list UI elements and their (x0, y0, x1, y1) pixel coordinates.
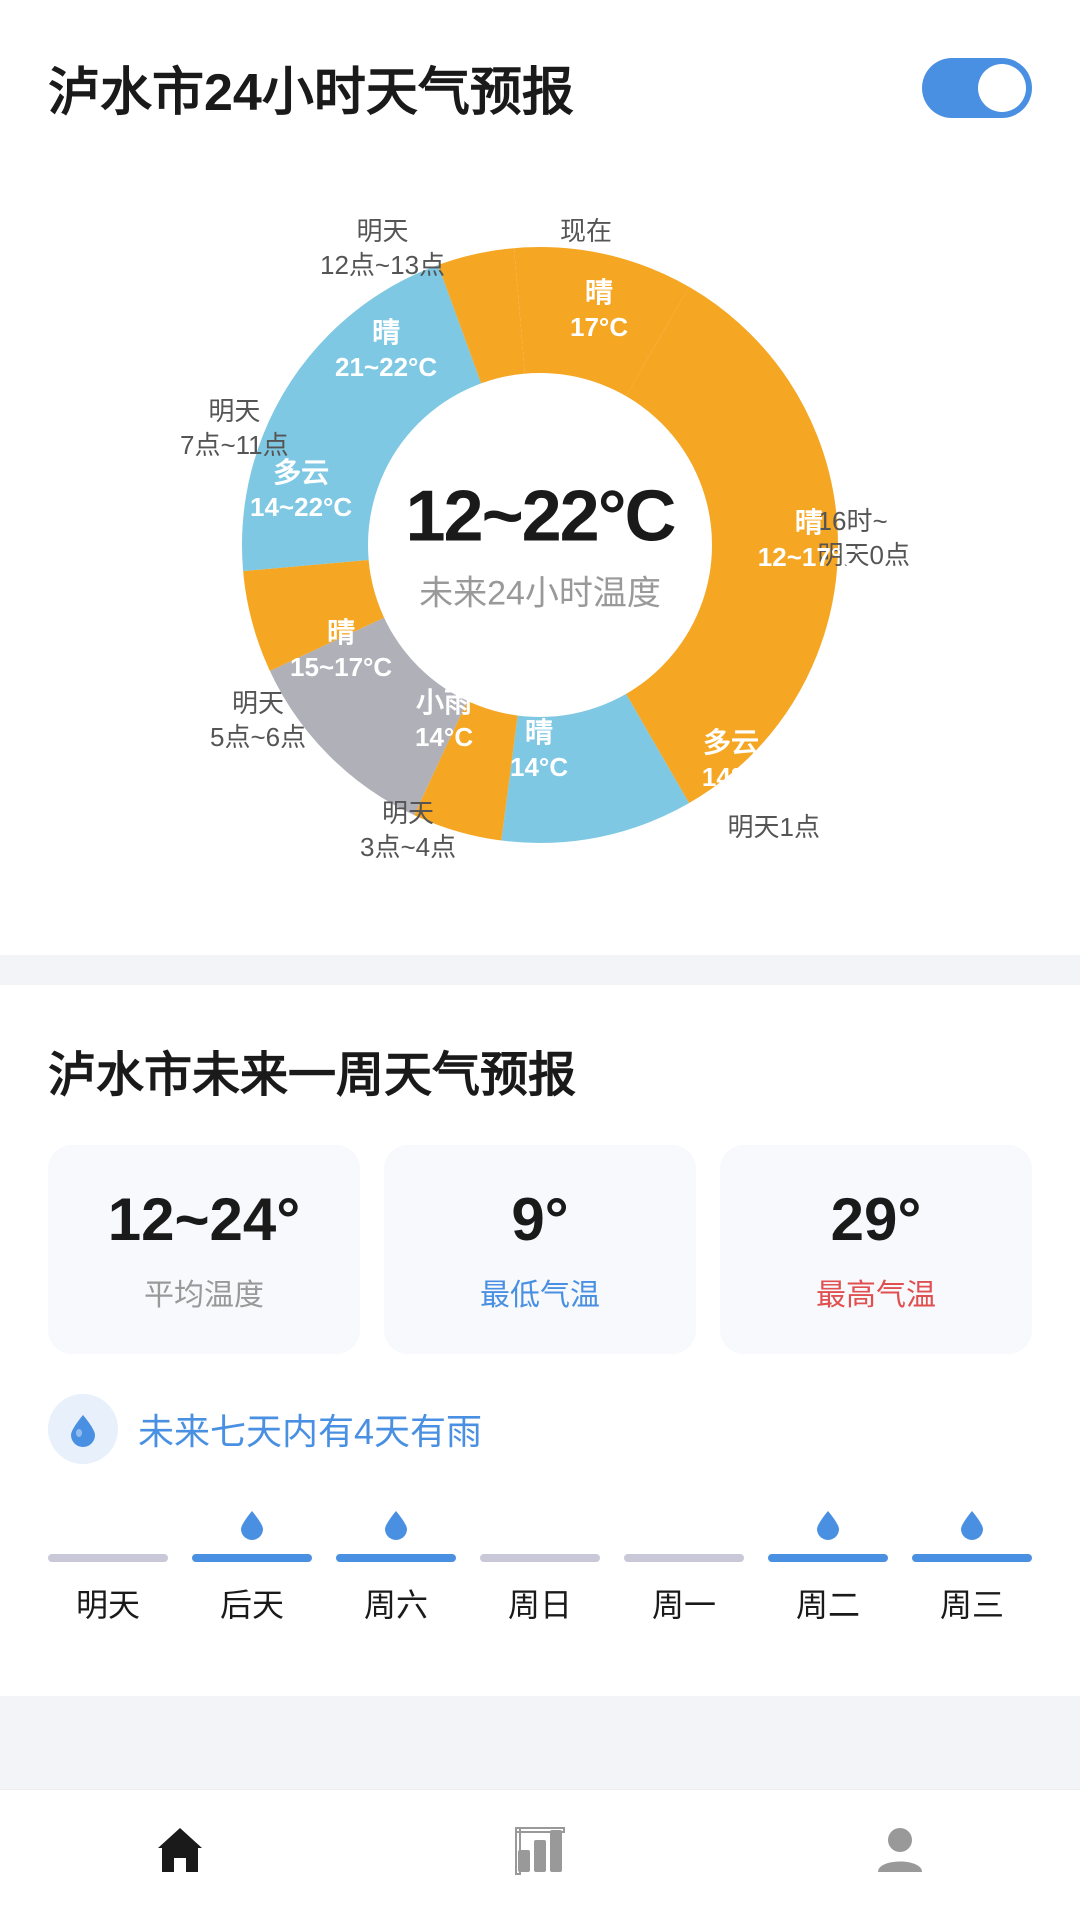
day-item-tomorrow: 💧 明天 (48, 1504, 168, 1626)
donut-container: 12~22°C 未来24小时温度 现在 晴 17°C 16时~ 明天0点 (190, 195, 890, 895)
day-item-sat: 周六 (336, 1504, 456, 1626)
day-bar-wed (912, 1554, 1032, 1562)
day-bar-tue (768, 1554, 888, 1562)
stat-avg-value: 12~24° (108, 1185, 301, 1254)
day-item-wed: 周三 (912, 1504, 1032, 1626)
home-icon (150, 1820, 210, 1880)
donut-temp: 12~22°C (405, 476, 674, 558)
stat-avg-desc: 平均温度 (144, 1270, 264, 1314)
bottom-nav (0, 1789, 1080, 1920)
days-row: 💧 明天 后天 周六 💧 (48, 1504, 1032, 1646)
day-item-sun: 💧 周日 (480, 1504, 600, 1626)
donut-section: 12~22°C 未来24小时温度 现在 晴 17°C 16时~ 明天0点 (0, 155, 1080, 955)
day-name-wed: 周三 (940, 1580, 1004, 1626)
rain-icon-wed (956, 1504, 988, 1544)
day-bar-tomorrow (48, 1554, 168, 1562)
stat-high: 29° 最高气温 (720, 1145, 1032, 1354)
day-name-sat: 周六 (364, 1580, 428, 1626)
stat-high-value: 29° (831, 1185, 922, 1254)
day-name-tue: 周二 (796, 1580, 860, 1626)
day-bar-mon (624, 1554, 744, 1562)
day-item-day2: 后天 (192, 1504, 312, 1626)
stats-row: 12~24° 平均温度 9° 最低气温 29° 最高气温 (48, 1145, 1032, 1354)
rain-icon-tue (812, 1504, 844, 1544)
page: 泸水市24小时天气预报 (0, 0, 1080, 1920)
rain-drop-icon (65, 1411, 101, 1447)
day-bar-sat (336, 1554, 456, 1562)
rain-icon-circle (48, 1394, 118, 1464)
header: 泸水市24小时天气预报 (0, 0, 1080, 155)
stat-low-desc: 最低气温 (480, 1270, 600, 1314)
nav-user[interactable] (870, 1820, 930, 1880)
toggle-switch[interactable] (922, 58, 1032, 118)
stat-avg: 12~24° 平均温度 (48, 1145, 360, 1354)
user-icon (870, 1820, 930, 1880)
weekly-title: 泸水市未来一周天气预报 (48, 1035, 1032, 1105)
rain-icon-sat (380, 1504, 412, 1544)
stat-low: 9° 最低气温 (384, 1145, 696, 1354)
day-item-mon: 💧 周一 (624, 1504, 744, 1626)
day-name-day2: 后天 (220, 1580, 284, 1626)
day-name-sun: 周日 (508, 1580, 572, 1626)
nav-home[interactable] (150, 1820, 210, 1880)
rain-icon-day2 (236, 1504, 268, 1544)
donut-center: 12~22°C 未来24小时温度 (405, 476, 674, 615)
stat-high-desc: 最高气温 (816, 1270, 936, 1314)
donut-label: 未来24小时温度 (405, 566, 674, 615)
rain-notice: 未来七天内有4天有雨 (48, 1394, 1032, 1464)
weekly-section: 泸水市未来一周天气预报 12~24° 平均温度 9° 最低气温 29° 最高气温 (0, 985, 1080, 1696)
day-item-tue: 周二 (768, 1504, 888, 1626)
separator-1 (0, 955, 1080, 985)
page-title: 泸水市24小时天气预报 (48, 50, 574, 125)
day-bar-day2 (192, 1554, 312, 1562)
rain-notice-text: 未来七天内有4天有雨 (138, 1403, 482, 1455)
stat-low-value: 9° (511, 1185, 568, 1254)
day-bar-sun (480, 1554, 600, 1562)
day-name-mon: 周一 (652, 1580, 716, 1626)
day-name-tomorrow: 明天 (76, 1580, 140, 1626)
nav-chart[interactable] (510, 1820, 570, 1880)
chart-icon (510, 1820, 570, 1880)
